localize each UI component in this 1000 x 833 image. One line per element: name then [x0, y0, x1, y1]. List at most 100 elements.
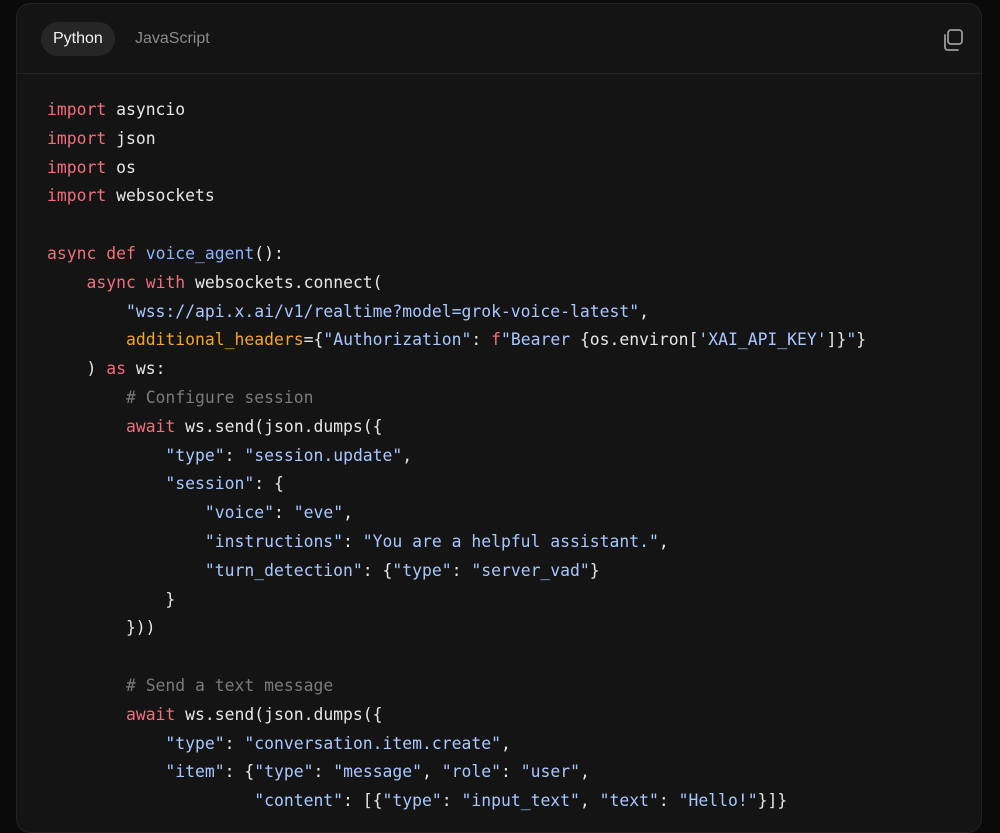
code-token: f: [491, 330, 501, 350]
code-token: ": [846, 330, 857, 350]
code-token: :: [658, 791, 679, 811]
code-token: "conversation.item.create": [244, 733, 501, 753]
code-token: ={: [303, 330, 324, 350]
code-token: import: [47, 128, 107, 148]
code-token: "Bearer: [500, 330, 580, 350]
code-token: "content": [254, 791, 344, 811]
code-token: "role": [441, 762, 501, 782]
code-token: await: [125, 416, 176, 436]
tab-javascript[interactable]: JavaScript: [123, 22, 222, 56]
tab-python[interactable]: Python: [41, 22, 115, 56]
code-line: # Configure session: [47, 384, 866, 413]
code-token: with: [145, 272, 186, 292]
code-token: ,: [658, 531, 669, 551]
code-token: "type": [165, 445, 225, 465]
code-line: })): [47, 614, 866, 643]
code-token: }]}: [757, 791, 788, 811]
code-token: "Hello!": [678, 791, 758, 811]
code-token: ,: [579, 762, 590, 782]
code-token: "wss://api.x.ai/v1/realtime?model=grok-v…: [125, 301, 640, 321]
language-tabbar: Python JavaScript: [17, 4, 981, 74]
code-token: json: [106, 128, 156, 148]
code-token: as: [106, 359, 126, 379]
code-token: "voice": [204, 503, 274, 523]
code-line: # Send a text message: [47, 672, 866, 701]
code-token: "type": [392, 560, 452, 580]
copy-button[interactable]: [939, 26, 967, 54]
code-token: websockets.connect(: [185, 272, 383, 292]
code-line: async def voice_agent():: [47, 240, 866, 269]
code-line: "voice": "eve",: [47, 499, 866, 528]
code-token: "eve": [293, 503, 344, 523]
copy-icon: [944, 29, 963, 51]
code-token: os: [106, 157, 136, 177]
code-token: ]}: [826, 330, 847, 350]
code-token: ,: [639, 301, 649, 321]
code-token: asyncio: [106, 100, 186, 119]
code-token: ,: [579, 791, 600, 811]
code-line: "turn_detection": {"type": "server_vad"}: [47, 557, 866, 586]
code-line: await ws.send(json.dumps({: [47, 701, 866, 730]
code-line: async with websockets.connect(: [47, 269, 866, 298]
code-token: async: [86, 272, 136, 292]
code-line: import asyncio: [47, 96, 866, 125]
code-line: ) as ws:: [47, 355, 866, 384]
code-line: import websockets: [47, 182, 866, 211]
code-line: "type": "session.update",: [47, 442, 866, 471]
code-line: await ws.send(json.dumps({: [47, 413, 866, 442]
code-token: :: [313, 762, 334, 782]
code-line: import os: [47, 154, 866, 183]
code-token: import: [47, 186, 107, 206]
code-token: ): [47, 359, 107, 379]
code-token: :: [471, 330, 492, 350]
code-token: : {: [362, 560, 393, 580]
code-line: "wss://api.x.ai/v1/realtime?model=grok-v…: [47, 298, 866, 327]
code-token: : {: [254, 474, 284, 494]
code-line: }: [47, 586, 866, 615]
code-token: "type": [254, 762, 314, 782]
code-token: :: [343, 531, 363, 551]
code-token: import: [47, 157, 107, 177]
code-token: # Send a text message: [125, 675, 334, 695]
code-token: 'XAI_API_KEY': [698, 330, 827, 350]
code-token: ,: [402, 445, 413, 465]
code-token: additional_headers: [125, 330, 304, 350]
code-token: "turn_detection": [204, 560, 363, 580]
code-content: import asyncio import json import os import…: [47, 96, 866, 816]
code-token: }: [589, 560, 600, 580]
code-token: "instructions": [204, 531, 344, 551]
code-token: :: [501, 762, 521, 782]
code-token: # Configure session: [125, 387, 314, 407]
code-block: Python JavaScript import asyncio import j…: [16, 3, 982, 833]
code-token: await: [125, 704, 176, 724]
code-line: "instructions": "You are a helpful assis…: [47, 528, 866, 557]
code-line: "session": {: [47, 470, 866, 499]
code-token: import: [47, 100, 107, 119]
code-token: :: [451, 560, 472, 580]
code-token: {os.environ[: [579, 330, 699, 350]
code-token: : {: [224, 762, 255, 782]
code-token: ws.send(json.dumps({: [175, 416, 383, 436]
code-token: }: [856, 330, 867, 350]
code-line: "content": [{"type": "input_text", "text…: [47, 787, 866, 816]
code-token: :: [224, 445, 245, 465]
code-token: :: [441, 791, 462, 811]
code-token: voice_agent: [145, 243, 255, 263]
code-token: ws.send(json.dumps({: [175, 704, 383, 724]
code-token: ws:: [125, 359, 166, 379]
code-token: "session.update": [244, 445, 403, 465]
code-token: async: [47, 243, 97, 263]
